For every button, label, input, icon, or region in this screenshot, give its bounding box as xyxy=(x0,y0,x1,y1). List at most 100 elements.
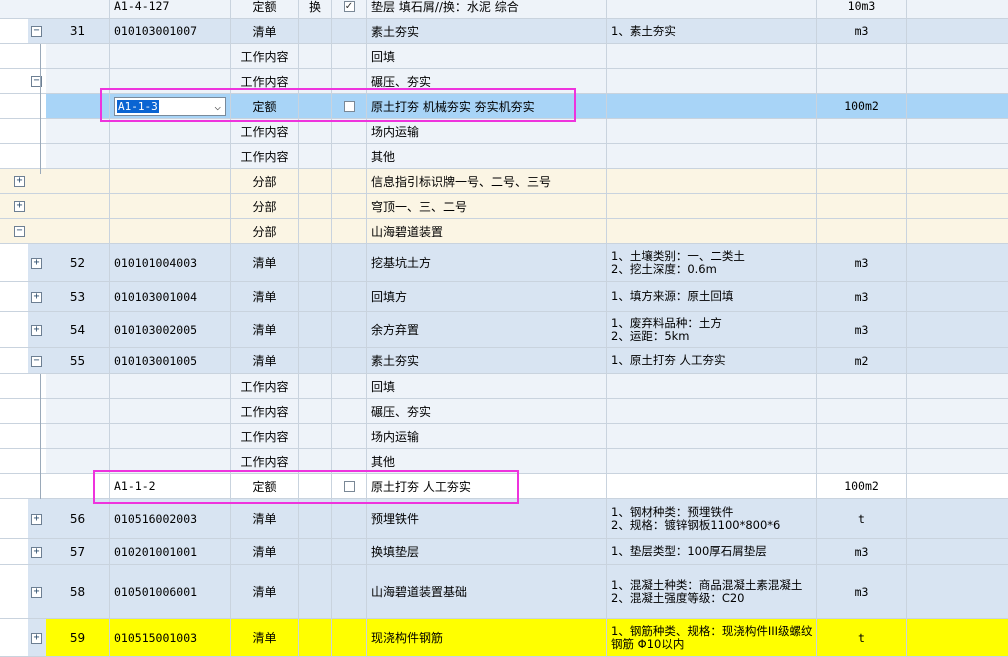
table-row[interactable]: 工作内容 回填 xyxy=(0,44,1008,69)
code-cell[interactable]: 010501006001 xyxy=(110,565,231,619)
collapse-icon[interactable]: − xyxy=(31,356,42,367)
tree-connector-line xyxy=(40,374,41,499)
table-row[interactable]: + 56 010516002003 清单 预埋铁件 1、钢材种类：预埋铁件 2、规… xyxy=(0,499,1008,539)
code-cell[interactable]: 010103001007 xyxy=(110,19,231,44)
feature-cell[interactable] xyxy=(607,0,817,19)
name-cell[interactable]: 素土夯实 xyxy=(367,19,607,44)
tree-gutter: + xyxy=(0,169,28,194)
tree-gutter xyxy=(0,0,28,19)
table-row[interactable]: + 52 010101004003 清单 挖基坑土方 1、土壤类别：一、二类土 2… xyxy=(0,244,1008,282)
type-cell: 工作内容 xyxy=(231,399,299,424)
feature-cell[interactable]: 1、混凝土种类：商品混凝土素混凝土 2、混凝土强度等级：C20 xyxy=(607,565,817,619)
tree-indent xyxy=(28,0,46,19)
feature-cell xyxy=(607,399,817,424)
table-row[interactable]: − 55 010103001005 清单 素土夯实 1、原土打夯 人工夯实 m2 xyxy=(0,348,1008,374)
name-cell[interactable]: 挖基坑土方 xyxy=(367,244,607,282)
table-row[interactable]: + 58 010501006001 清单 山海碧道装置基础 1、混凝土种类：商品… xyxy=(0,565,1008,619)
name-cell[interactable]: 山海碧道装置 xyxy=(367,219,607,244)
table-row[interactable]: + 57 010201001001 清单 换填垫层 1、垫层类型：100厚石屑垫… xyxy=(0,539,1008,565)
collapse-icon[interactable]: − xyxy=(14,226,25,237)
name-cell[interactable]: 场内运输 xyxy=(367,119,607,144)
code-cell[interactable]: 010101004003 xyxy=(110,244,231,282)
code-cell[interactable]: 010515001003 xyxy=(110,619,231,657)
expand-icon[interactable]: + xyxy=(31,258,42,269)
feature-cell[interactable] xyxy=(607,94,817,119)
check-cell xyxy=(332,565,367,619)
tree-gutter xyxy=(0,119,28,144)
table-row[interactable]: 工作内容 其他 xyxy=(0,144,1008,169)
tree-gutter xyxy=(0,19,28,44)
seq-cell: 31 xyxy=(46,19,110,44)
name-cell[interactable]: 其他 xyxy=(367,144,607,169)
expand-icon[interactable]: + xyxy=(14,201,25,212)
code-cell[interactable]: 010516002003 xyxy=(110,499,231,539)
code-cell[interactable]: 010201001001 xyxy=(110,539,231,565)
rest-cell xyxy=(907,194,1008,219)
code-cell[interactable]: 010103002005 xyxy=(110,312,231,348)
feature-cell[interactable]: 1、钢筋种类、规格：现浇构件III级螺纹钢筋 Φ10以内 xyxy=(607,619,817,657)
name-cell[interactable]: 换填垫层 xyxy=(367,539,607,565)
code-cell[interactable]: A1-4-127 xyxy=(110,0,231,19)
feature-cell[interactable]: 1、原土打夯 人工夯实 xyxy=(607,348,817,374)
code-cell[interactable]: 010103001004 xyxy=(110,282,231,312)
name-cell[interactable]: 碾压、夯实 xyxy=(367,399,607,424)
tree-gutter xyxy=(0,449,28,474)
feature-line: 2、规格：镀锌钢板1100*800*6 xyxy=(611,517,781,532)
tree-indent xyxy=(28,94,46,119)
name-cell[interactable]: 余方弃置 xyxy=(367,312,607,348)
type-cell: 工作内容 xyxy=(231,144,299,169)
seq-cell xyxy=(46,144,110,169)
unit-cell: t xyxy=(817,499,907,539)
tree-indent xyxy=(28,194,46,219)
table-row-highlighted[interactable]: + 59 010515001003 清单 现浇构件钢筋 1、钢筋种类、规格：现浇… xyxy=(0,619,1008,657)
expand-icon[interactable]: + xyxy=(31,292,42,303)
table-row[interactable]: − 31 010103001007 清单 素土夯实 1、素土夯实 m3 xyxy=(0,19,1008,44)
name-cell[interactable]: 预埋铁件 xyxy=(367,499,607,539)
feature-cell[interactable]: 1、废弃料品种：土方 2、运距：5km xyxy=(607,312,817,348)
check-cell[interactable]: ✓ xyxy=(332,0,367,19)
name-cell[interactable]: 信息指引标识牌一号、二号、三号 xyxy=(367,169,607,194)
feature-cell[interactable] xyxy=(607,474,817,499)
expand-icon[interactable]: + xyxy=(14,176,25,187)
checkbox-checked[interactable]: ✓ xyxy=(343,0,355,12)
table-row-section[interactable]: + 分部 信息指引标识牌一号、二号、三号 xyxy=(0,169,1008,194)
expand-icon[interactable]: + xyxy=(31,514,42,525)
feature-cell[interactable]: 1、填方来源：原土回填 xyxy=(607,282,817,312)
tree-gutter xyxy=(0,282,28,312)
table-row[interactable]: + 53 010103001004 清单 回填方 1、填方来源：原土回填 m3 xyxy=(0,282,1008,312)
expand-icon[interactable]: + xyxy=(31,547,42,558)
name-cell[interactable]: 现浇构件钢筋 xyxy=(367,619,607,657)
name-cell[interactable]: 回填 xyxy=(367,374,607,399)
name-cell[interactable]: 山海碧道装置基础 xyxy=(367,565,607,619)
name-cell[interactable]: 素土夯实 xyxy=(367,348,607,374)
table-row[interactable]: + 54 010103002005 清单 余方弃置 1、废弃料品种：土方 2、运距… xyxy=(0,312,1008,348)
table-row-section[interactable]: − 分部 山海碧道装置 xyxy=(0,219,1008,244)
feature-cell[interactable]: 1、钢材种类：预埋铁件 2、规格：镀锌钢板1100*800*6 xyxy=(607,499,817,539)
table-row-section[interactable]: + 分部 穹顶一、三、二号 xyxy=(0,194,1008,219)
name-cell[interactable]: 场内运输 xyxy=(367,424,607,449)
name-cell[interactable]: 穹顶一、三、二号 xyxy=(367,194,607,219)
collapse-icon[interactable]: − xyxy=(31,26,42,37)
type-cell: 清单 xyxy=(231,19,299,44)
tree-indent: + xyxy=(28,282,46,312)
feature-cell[interactable]: 1、素土夯实 xyxy=(607,19,817,44)
table-row[interactable]: 工作内容 碾压、夯实 xyxy=(0,399,1008,424)
expand-icon[interactable]: + xyxy=(31,587,42,598)
tree-gutter xyxy=(0,374,28,399)
tree-gutter xyxy=(0,399,28,424)
rest-cell xyxy=(907,244,1008,282)
name-cell[interactable]: 垫层 填石屑//换：水泥 综合 xyxy=(367,0,607,19)
expand-icon[interactable]: + xyxy=(31,325,42,336)
feature-cell[interactable]: 1、土壤类别：一、二类土 2、挖土深度：0.6m xyxy=(607,244,817,282)
feature-cell[interactable]: 1、垫层类型：100厚石屑垫层 xyxy=(607,539,817,565)
table-row[interactable]: 工作内容 场内运输 xyxy=(0,119,1008,144)
name-cell[interactable]: 回填 xyxy=(367,44,607,69)
seq-cell xyxy=(46,169,110,194)
table-row[interactable]: A1-4-127 定额 换 ✓ 垫层 填石屑//换：水泥 综合 10m3 xyxy=(0,0,1008,19)
check-cell xyxy=(332,499,367,539)
expand-icon[interactable]: + xyxy=(31,633,42,644)
table-row[interactable]: 工作内容 回填 xyxy=(0,374,1008,399)
name-cell[interactable]: 回填方 xyxy=(367,282,607,312)
table-row[interactable]: 工作内容 场内运输 xyxy=(0,424,1008,449)
code-cell[interactable]: 010103001005 xyxy=(110,348,231,374)
